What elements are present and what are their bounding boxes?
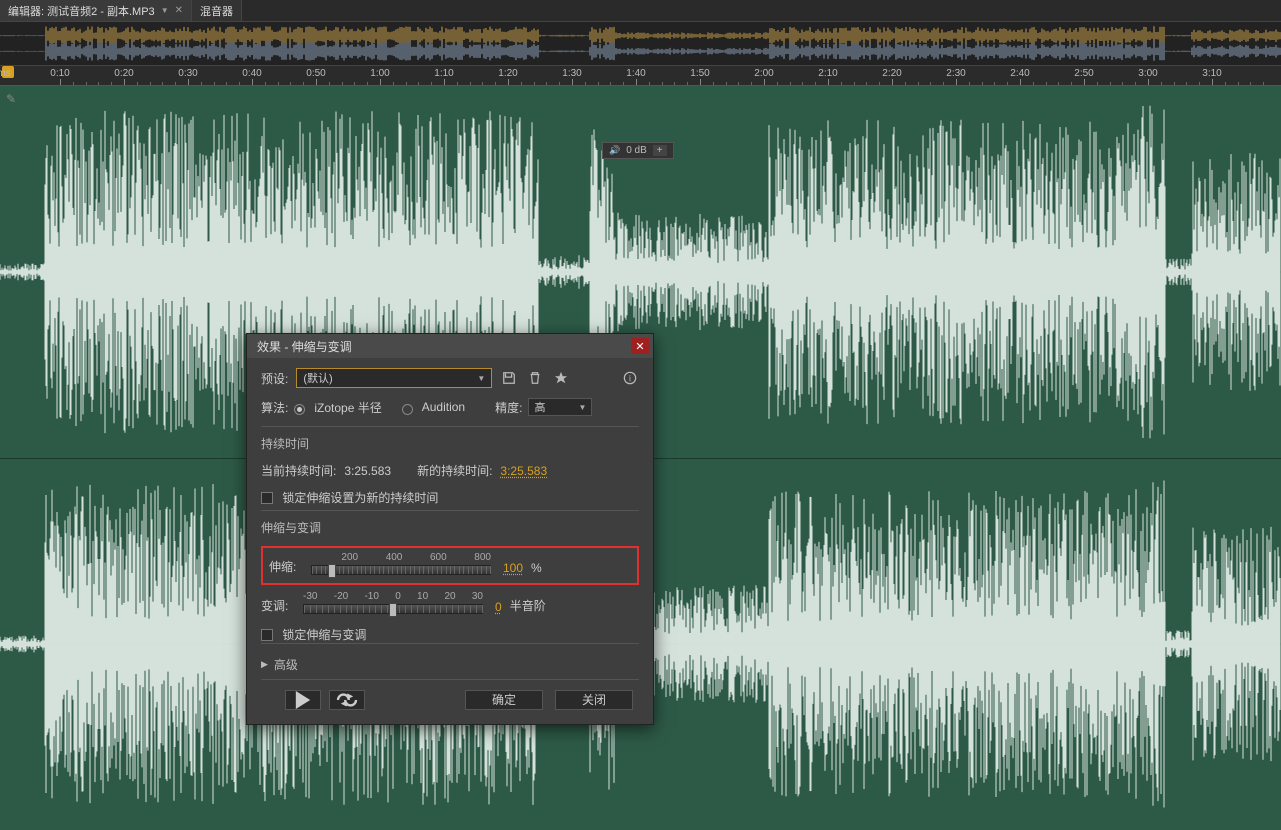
plus-icon[interactable]: +: [653, 145, 667, 156]
new-duration-value[interactable]: 3:25.583: [500, 464, 547, 478]
slider-thumb[interactable]: [389, 603, 397, 617]
preset-select[interactable]: (默认) ▼: [296, 368, 492, 388]
algorithm-label: 算法:: [261, 399, 288, 416]
ruler-unit: ms: [0, 68, 11, 79]
tab-editor[interactable]: 编辑器: 测试音频2 - 副本.MP3 ▼ ✕: [0, 0, 192, 21]
algo-option[interactable]: Audition: [422, 400, 465, 414]
pitch-unit: 半音阶: [510, 597, 546, 614]
tab-bar: 编辑器: 测试音频2 - 副本.MP3 ▼ ✕ 混音器: [0, 0, 1281, 22]
star-icon[interactable]: [552, 369, 570, 387]
pitch-label: 变调:: [261, 597, 295, 614]
stretch-unit: %: [531, 561, 542, 575]
chevron-down-icon: ▼: [579, 403, 587, 412]
lock-duration-checkbox[interactable]: [261, 492, 273, 504]
close-icon[interactable]: ✕: [631, 338, 649, 354]
pitch-value[interactable]: 0: [495, 600, 502, 614]
triangle-right-icon: ▶: [261, 659, 268, 670]
lock-stretch-pitch-label: 锁定伸缩与变调: [282, 628, 366, 642]
advanced-label: 高级: [274, 656, 298, 673]
lock-stretch-pitch-checkbox[interactable]: [261, 629, 273, 641]
stretch-value[interactable]: 100: [503, 561, 523, 575]
stretch-pitch-dialog: 效果 - 伸缩与变调 ✕ 预设: (默认) ▼: [246, 333, 654, 725]
stretch-slider[interactable]: . 200 400 600 800: [311, 552, 491, 575]
chevron-down-icon: ▼: [477, 374, 485, 383]
svg-text:i: i: [629, 374, 631, 384]
info-icon[interactable]: i: [621, 369, 639, 387]
dialog-title: 效果 - 伸缩与变调: [257, 338, 352, 355]
slider-thumb[interactable]: [328, 564, 336, 578]
preset-value: (默认): [303, 370, 332, 386]
db-value: 0 dB: [626, 145, 647, 156]
algo-option[interactable]: iZotope 半径: [314, 399, 381, 416]
stretch-row-highlight: 伸缩: . 200 400 600 800: [261, 546, 639, 585]
loop-button[interactable]: [329, 690, 365, 710]
precision-label: 精度:: [495, 399, 522, 416]
precision-value: 高: [534, 399, 545, 415]
tab-label: 编辑器: 测试音频2 - 副本.MP3: [8, 3, 155, 19]
preset-label: 预设:: [261, 370, 288, 387]
save-preset-icon[interactable]: [500, 369, 518, 387]
tab-label: 混音器: [200, 3, 233, 19]
duration-group-title: 持续时间: [261, 435, 639, 452]
db-indicator[interactable]: 🔊 0 dB +: [602, 142, 674, 159]
current-duration-value: 3:25.583: [344, 464, 391, 478]
overview-waveform[interactable]: [0, 22, 1281, 66]
close-button[interactable]: 关闭: [555, 690, 633, 710]
close-icon[interactable]: ✕: [175, 5, 183, 16]
algo-izotope-radio[interactable]: [294, 404, 305, 415]
timeline-ruler[interactable]: ms 0:100:200:300:400:501:001:101:201:301…: [0, 66, 1281, 86]
pencil-icon[interactable]: ✎: [6, 92, 16, 106]
waveform-editor[interactable]: ✎ 🔊 0 dB + 效果 - 伸缩与变调 ✕ 预设: (默认) ▼: [0, 86, 1281, 830]
play-button[interactable]: [285, 690, 321, 710]
current-duration-label: 当前持续时间:: [261, 462, 336, 479]
trash-icon[interactable]: [526, 369, 544, 387]
new-duration-label: 新的持续时间:: [417, 462, 492, 479]
advanced-toggle[interactable]: ▶ 高级: [261, 643, 639, 679]
lock-duration-label: 锁定伸缩设置为新的持续时间: [282, 491, 438, 505]
speaker-icon: 🔊: [609, 145, 620, 156]
pitch-slider[interactable]: -30 -20 -10 0 10 20 30: [303, 591, 483, 614]
stretch-pitch-group-title: 伸缩与变调: [261, 519, 639, 536]
precision-select[interactable]: 高 ▼: [528, 398, 592, 416]
ok-button[interactable]: 确定: [465, 690, 543, 710]
chevron-down-icon[interactable]: ▼: [161, 6, 169, 15]
algo-audition-radio[interactable]: [402, 404, 413, 415]
tab-mixer[interactable]: 混音器: [192, 0, 242, 21]
dialog-titlebar[interactable]: 效果 - 伸缩与变调 ✕: [247, 334, 653, 358]
stretch-label: 伸缩:: [269, 558, 303, 575]
